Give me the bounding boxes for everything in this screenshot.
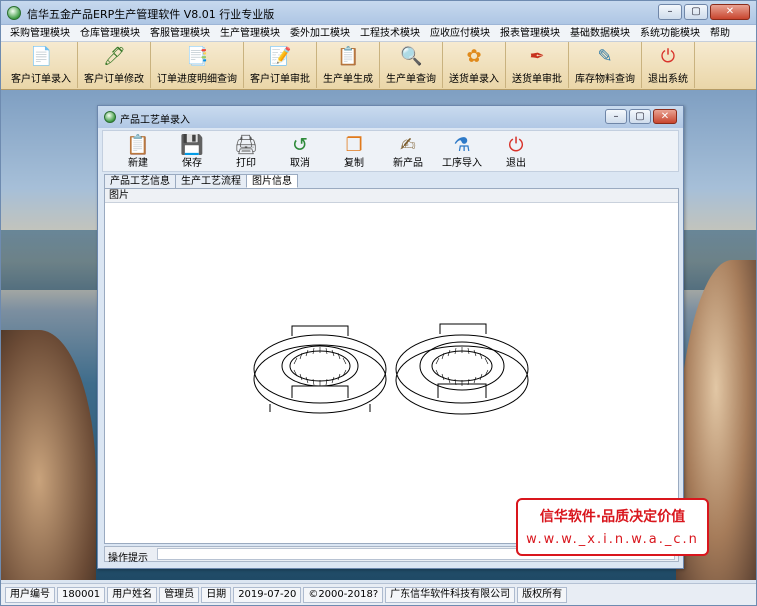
- save-icon: 💾: [180, 134, 204, 156]
- menu-base-data[interactable]: 基础数据模块: [567, 25, 633, 41]
- toolbar-button-4[interactable]: 📋 生产单生成: [317, 42, 380, 88]
- child-window-title: 产品工艺单录入: [120, 115, 190, 126]
- pen-icon: ✒: [529, 46, 545, 67]
- tab-picture-info[interactable]: 图片信息: [246, 174, 298, 188]
- toolbar-button-7-label: 送货单审批: [512, 74, 562, 85]
- child-title-bar: 产品工艺单录入 – ▢ ✕: [98, 106, 683, 128]
- query-icon: 🔍: [400, 46, 423, 67]
- flower-icon: ✿: [466, 46, 482, 67]
- menu-accounts[interactable]: 应收应付模块: [427, 25, 493, 41]
- status-cell-3: 管理员: [159, 586, 200, 603]
- tab-process-flow[interactable]: 生产工艺流程: [175, 174, 247, 188]
- toolbar-button-9-label: 退出系统: [648, 74, 688, 85]
- picture-panel: 图片: [104, 188, 679, 544]
- status-cell-2: 用户姓名: [107, 586, 158, 603]
- menu-reports[interactable]: 报表管理模块: [497, 25, 563, 41]
- child-maximize-button[interactable]: ▢: [629, 109, 651, 124]
- status-cell-4: 日期: [201, 586, 232, 603]
- toolbar-button-1-label: 客户订单修改: [84, 74, 144, 85]
- approve-icon: 📝: [269, 46, 292, 67]
- toolbar-button-6-label: 送货单录入: [449, 74, 499, 85]
- child-toolbar-button-2[interactable]: 🖨 打印: [219, 131, 273, 171]
- new-product-icon: ✍: [400, 134, 416, 156]
- child-toolbar-button-0[interactable]: 📋 新建: [111, 131, 165, 171]
- toolbar-button-5[interactable]: 🔍 生产单查询: [380, 42, 443, 88]
- title-bar: 信华五金产品ERP生产管理软件 V8.01 行业专业版 – ▢ ✕: [1, 1, 756, 25]
- status-bar: 用户编号 180001 用户姓名 管理员 日期 2019-07-20 ©2000-2018?…: [1, 583, 756, 605]
- window-title: 信华五金产品ERP生产管理软件 V8.01 行业专业版: [27, 8, 275, 21]
- generate-icon: 📋: [337, 46, 360, 67]
- product-drawing-image: [253, 323, 529, 415]
- undo-icon: ↺: [292, 134, 308, 156]
- child-close-button[interactable]: ✕: [653, 109, 677, 124]
- menu-system[interactable]: 系统功能模块: [637, 25, 703, 41]
- menu-customer-service[interactable]: 客服管理模块: [147, 25, 213, 41]
- search-doc-icon: 📑: [186, 46, 209, 67]
- child-toolbar-button-3[interactable]: ↺ 取消: [273, 131, 327, 171]
- toolbar-button-2-label: 订单进度明细查询: [157, 74, 237, 85]
- toolbar-button-3-label: 客户订单审批: [250, 74, 310, 85]
- child-toolbar: 📋 新建 💾 保存 🖨 打印 ↺ 取消 ❐ 复制 ✍ 新产品 ⚗ 工序导入 ⏻ 退出: [102, 130, 679, 172]
- child-toolbar-button-7[interactable]: ⏻ 退出: [489, 131, 543, 171]
- exit-icon: ⏻: [508, 134, 524, 156]
- operation-hint-label: 操作提示: [108, 553, 148, 564]
- child-toolbar-button-4[interactable]: ❐ 复制: [327, 131, 381, 171]
- power-icon: ⏻: [660, 46, 676, 67]
- child-toolbar-button-1[interactable]: 💾 保存: [165, 131, 219, 171]
- toolbar-button-2[interactable]: 📑 订单进度明细查询: [151, 42, 244, 88]
- toolbar-button-9[interactable]: ⏻ 退出系统: [642, 42, 695, 88]
- toolbar-button-8-label: 库存物料查询: [575, 74, 635, 85]
- watermark-stamp: 信华软件·品质决定价值 w.w.w._x.i.n.w.a._c.n: [516, 498, 709, 556]
- toolbar-button-1[interactable]: 🖊 客户订单修改: [78, 42, 151, 88]
- maximize-button[interactable]: ▢: [684, 4, 708, 20]
- watermark-line1: 信华软件·品质决定价值: [539, 509, 686, 525]
- pdf-icon: 📄: [30, 46, 53, 67]
- toolbar-button-6[interactable]: ✿ 送货单录入: [443, 42, 506, 88]
- toolbar-button-3[interactable]: 📝 客户订单审批: [244, 42, 317, 88]
- child-toolbar-button-5[interactable]: ✍ 新产品: [381, 131, 435, 171]
- menu-purchase[interactable]: 采购管理模块: [7, 25, 73, 41]
- quill-icon: ✎: [597, 46, 613, 67]
- minimize-button[interactable]: –: [658, 4, 682, 20]
- rock-left-image: [1, 330, 96, 580]
- toolbar-button-5-label: 生产单查询: [386, 74, 436, 85]
- status-cell-6: ©2000-2018?: [303, 586, 384, 603]
- status-cell-5: 2019-07-20: [233, 586, 302, 603]
- watermark-line2: w.w.w._x.i.n.w.a._c.n: [526, 532, 699, 547]
- main-toolbar: 📄 客户订单录入 🖊 客户订单修改 📑 订单进度明细查询 📝 客户订单审批 📋 生产单生成 🔍 生产单…: [1, 42, 756, 90]
- menu-engineering[interactable]: 工程技术模块: [357, 25, 423, 41]
- menu-warehouse[interactable]: 仓库管理模块: [77, 25, 143, 41]
- toolbar-button-4-label: 生产单生成: [323, 74, 373, 85]
- toolbar-button-0-label: 客户订单录入: [11, 74, 71, 85]
- toolbar-button-0[interactable]: 📄 客户订单录入: [5, 42, 78, 88]
- menu-bar: 采购管理模块 仓库管理模块 客服管理模块 生产管理模块 委外加工模块 工程技术模…: [1, 25, 756, 42]
- printer-icon: 🖨: [234, 134, 259, 156]
- close-button[interactable]: ✕: [710, 4, 750, 20]
- picture-panel-header: 图片: [105, 189, 678, 203]
- child-toolbar-button-6[interactable]: ⚗ 工序导入: [435, 131, 489, 171]
- status-cell-7: 广东信华软件科技有限公司: [385, 586, 516, 603]
- status-cell-1: 180001: [57, 586, 106, 603]
- clipboard-icon: 📋: [126, 134, 150, 156]
- app-logo-icon: [7, 6, 21, 20]
- status-cell-8: 版权所有: [517, 586, 568, 603]
- child-logo-icon: [104, 111, 116, 123]
- import-icon: ⚗: [453, 134, 471, 156]
- status-cell-0: 用户编号: [5, 586, 55, 603]
- child-minimize-button[interactable]: –: [605, 109, 627, 124]
- copy-icon: ❐: [345, 134, 363, 156]
- tab-process-info[interactable]: 产品工艺信息: [104, 174, 176, 188]
- edit-doc-icon: 🖊: [103, 46, 126, 67]
- menu-production[interactable]: 生产管理模块: [217, 25, 283, 41]
- main-window: 信华五金产品ERP生产管理软件 V8.01 行业专业版 – ▢ ✕ 采购管理模块…: [0, 0, 757, 606]
- menu-outsourcing[interactable]: 委外加工模块: [287, 25, 353, 41]
- tab-strip: 产品工艺信息 生产工艺流程 图片信息: [104, 174, 298, 188]
- toolbar-button-8[interactable]: ✎ 库存物料查询: [569, 42, 642, 88]
- toolbar-button-7[interactable]: ✒ 送货单审批: [506, 42, 569, 88]
- menu-help[interactable]: 帮助: [707, 25, 733, 41]
